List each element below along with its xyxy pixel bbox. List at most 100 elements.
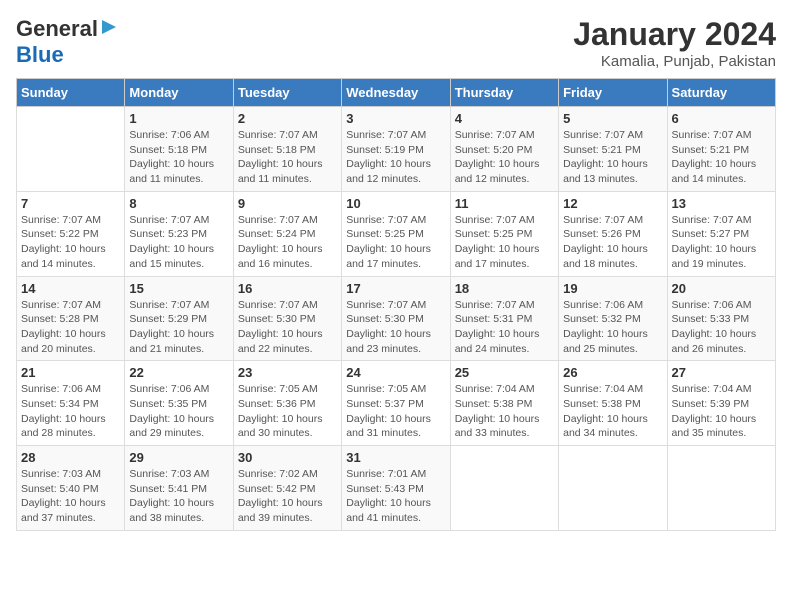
day-info: Sunrise: 7:05 AMSunset: 5:37 PMDaylight:… xyxy=(346,382,445,441)
calendar-cell: 8 Sunrise: 7:07 AMSunset: 5:23 PMDaylight… xyxy=(125,191,233,276)
day-info: Sunrise: 7:07 AMSunset: 5:27 PMDaylight:… xyxy=(672,213,771,272)
calendar-cell: 19Sunrise: 7:06 AMSunset: 5:32 PMDayligh… xyxy=(559,276,667,361)
day-info: Sunrise: 7:06 AMSunset: 5:33 PMDaylight:… xyxy=(672,298,771,357)
day-info: Sunrise: 7:03 AMSunset: 5:40 PMDaylight:… xyxy=(21,467,120,526)
day-number: 24 xyxy=(346,365,445,380)
calendar-week-5: 28 Sunrise: 7:03 AMSunset: 5:40 PMDayligh… xyxy=(17,446,776,531)
title-area: January 2024 Kamalia, Punjab, Pakistan xyxy=(573,16,776,70)
calendar-cell: 2Sunrise: 7:07 AMSunset: 5:18 PMDaylight… xyxy=(233,107,341,192)
calendar-week-2: 7 Sunrise: 7:07 AMSunset: 5:22 PMDaylight… xyxy=(17,191,776,276)
calendar-cell: 31Sunrise: 7:01 AMSunset: 5:43 PMDayligh… xyxy=(342,446,450,531)
calendar-cell: 28 Sunrise: 7:03 AMSunset: 5:40 PMDayligh… xyxy=(17,446,125,531)
page-subtitle: Kamalia, Punjab, Pakistan xyxy=(573,53,776,70)
calendar-cell: 3 Sunrise: 7:07 AMSunset: 5:19 PMDaylight… xyxy=(342,107,450,192)
day-number: 28 xyxy=(21,450,120,465)
calendar-cell: 12 Sunrise: 7:07 AMSunset: 5:26 PMDayligh… xyxy=(559,191,667,276)
day-info: Sunrise: 7:03 AMSunset: 5:41 PMDaylight:… xyxy=(129,467,228,526)
calendar-cell: 23 Sunrise: 7:05 AMSunset: 5:36 PMDayligh… xyxy=(233,361,341,446)
day-number: 7 xyxy=(21,196,120,211)
day-number: 27 xyxy=(672,365,771,380)
day-number: 30 xyxy=(238,450,337,465)
calendar-cell: 30 Sunrise: 7:02 AMSunset: 5:42 PMDayligh… xyxy=(233,446,341,531)
day-number: 23 xyxy=(238,365,337,380)
day-number: 1 xyxy=(129,111,228,126)
day-info: Sunrise: 7:04 AMSunset: 5:38 PMDaylight:… xyxy=(563,382,662,441)
calendar-cell: 18 Sunrise: 7:07 AMSunset: 5:31 PMDayligh… xyxy=(450,276,558,361)
day-number: 6 xyxy=(672,111,771,126)
calendar-week-3: 14Sunrise: 7:07 AMSunset: 5:28 PMDayligh… xyxy=(17,276,776,361)
day-info: Sunrise: 7:07 AMSunset: 5:20 PMDaylight:… xyxy=(455,128,554,187)
day-number: 9 xyxy=(238,196,337,211)
calendar-cell: 24 Sunrise: 7:05 AMSunset: 5:37 PMDayligh… xyxy=(342,361,450,446)
day-number: 18 xyxy=(455,281,554,296)
col-wednesday: Wednesday xyxy=(342,79,450,107)
day-info: Sunrise: 7:07 AMSunset: 5:29 PMDaylight:… xyxy=(129,298,228,357)
header: General Blue January 2024 Kamalia, Punja… xyxy=(16,16,776,70)
day-info: Sunrise: 7:07 AMSunset: 5:21 PMDaylight:… xyxy=(672,128,771,187)
col-sunday: Sunday xyxy=(17,79,125,107)
day-info: Sunrise: 7:06 AMSunset: 5:35 PMDaylight:… xyxy=(129,382,228,441)
calendar-cell: 22 Sunrise: 7:06 AMSunset: 5:35 PMDayligh… xyxy=(125,361,233,446)
calendar-cell: 21Sunrise: 7:06 AMSunset: 5:34 PMDayligh… xyxy=(17,361,125,446)
calendar-cell: 13 Sunrise: 7:07 AMSunset: 5:27 PMDayligh… xyxy=(667,191,775,276)
day-number: 3 xyxy=(346,111,445,126)
day-number: 12 xyxy=(563,196,662,211)
logo: General Blue xyxy=(16,16,118,68)
calendar-cell: 15 Sunrise: 7:07 AMSunset: 5:29 PMDayligh… xyxy=(125,276,233,361)
calendar-cell: 20 Sunrise: 7:06 AMSunset: 5:33 PMDayligh… xyxy=(667,276,775,361)
day-info: Sunrise: 7:05 AMSunset: 5:36 PMDaylight:… xyxy=(238,382,337,441)
day-info: Sunrise: 7:07 AMSunset: 5:23 PMDaylight:… xyxy=(129,213,228,272)
calendar-cell: 10Sunrise: 7:07 AMSunset: 5:25 PMDayligh… xyxy=(342,191,450,276)
calendar-week-1: 1 Sunrise: 7:06 AMSunset: 5:18 PMDaylight… xyxy=(17,107,776,192)
calendar-cell: 5 Sunrise: 7:07 AMSunset: 5:21 PMDaylight… xyxy=(559,107,667,192)
day-number: 11 xyxy=(455,196,554,211)
calendar-cell: 6 Sunrise: 7:07 AMSunset: 5:21 PMDaylight… xyxy=(667,107,775,192)
day-info: Sunrise: 7:07 AMSunset: 5:31 PMDaylight:… xyxy=(455,298,554,357)
day-number: 22 xyxy=(129,365,228,380)
day-number: 29 xyxy=(129,450,228,465)
calendar-table: Sunday Monday Tuesday Wednesday Thursday… xyxy=(16,78,776,531)
day-info: Sunrise: 7:07 AMSunset: 5:21 PMDaylight:… xyxy=(563,128,662,187)
day-info: Sunrise: 7:06 AMSunset: 5:32 PMDaylight:… xyxy=(563,298,662,357)
day-number: 16 xyxy=(238,281,337,296)
calendar-week-4: 21Sunrise: 7:06 AMSunset: 5:34 PMDayligh… xyxy=(17,361,776,446)
calendar-cell: 1 Sunrise: 7:06 AMSunset: 5:18 PMDaylight… xyxy=(125,107,233,192)
day-number: 25 xyxy=(455,365,554,380)
day-info: Sunrise: 7:07 AMSunset: 5:26 PMDaylight:… xyxy=(563,213,662,272)
col-friday: Friday xyxy=(559,79,667,107)
calendar-cell: 4 Sunrise: 7:07 AMSunset: 5:20 PMDaylight… xyxy=(450,107,558,192)
calendar-cell: 27Sunrise: 7:04 AMSunset: 5:39 PMDayligh… xyxy=(667,361,775,446)
day-number: 4 xyxy=(455,111,554,126)
logo-arrow-icon xyxy=(100,18,118,41)
calendar-cell xyxy=(559,446,667,531)
calendar-cell: 14Sunrise: 7:07 AMSunset: 5:28 PMDayligh… xyxy=(17,276,125,361)
day-info: Sunrise: 7:02 AMSunset: 5:42 PMDaylight:… xyxy=(238,467,337,526)
day-number: 8 xyxy=(129,196,228,211)
day-info: Sunrise: 7:07 AMSunset: 5:24 PMDaylight:… xyxy=(238,213,337,272)
day-number: 13 xyxy=(672,196,771,211)
calendar-cell: 17Sunrise: 7:07 AMSunset: 5:30 PMDayligh… xyxy=(342,276,450,361)
day-number: 31 xyxy=(346,450,445,465)
day-info: Sunrise: 7:07 AMSunset: 5:22 PMDaylight:… xyxy=(21,213,120,272)
calendar-cell: 25 Sunrise: 7:04 AMSunset: 5:38 PMDayligh… xyxy=(450,361,558,446)
header-row: Sunday Monday Tuesday Wednesday Thursday… xyxy=(17,79,776,107)
day-info: Sunrise: 7:04 AMSunset: 5:38 PMDaylight:… xyxy=(455,382,554,441)
day-number: 15 xyxy=(129,281,228,296)
calendar-cell xyxy=(450,446,558,531)
page-title: January 2024 xyxy=(573,16,776,53)
day-info: Sunrise: 7:07 AMSunset: 5:25 PMDaylight:… xyxy=(455,213,554,272)
day-info: Sunrise: 7:07 AMSunset: 5:25 PMDaylight:… xyxy=(346,213,445,272)
col-tuesday: Tuesday xyxy=(233,79,341,107)
calendar-cell: 26Sunrise: 7:04 AMSunset: 5:38 PMDayligh… xyxy=(559,361,667,446)
calendar-cell xyxy=(17,107,125,192)
calendar-cell: 29 Sunrise: 7:03 AMSunset: 5:41 PMDayligh… xyxy=(125,446,233,531)
day-number: 20 xyxy=(672,281,771,296)
col-saturday: Saturday xyxy=(667,79,775,107)
calendar-cell: 11 Sunrise: 7:07 AMSunset: 5:25 PMDayligh… xyxy=(450,191,558,276)
day-info: Sunrise: 7:06 AMSunset: 5:18 PMDaylight:… xyxy=(129,128,228,187)
col-thursday: Thursday xyxy=(450,79,558,107)
day-number: 2 xyxy=(238,111,337,126)
day-number: 5 xyxy=(563,111,662,126)
day-number: 17 xyxy=(346,281,445,296)
day-info: Sunrise: 7:07 AMSunset: 5:19 PMDaylight:… xyxy=(346,128,445,187)
